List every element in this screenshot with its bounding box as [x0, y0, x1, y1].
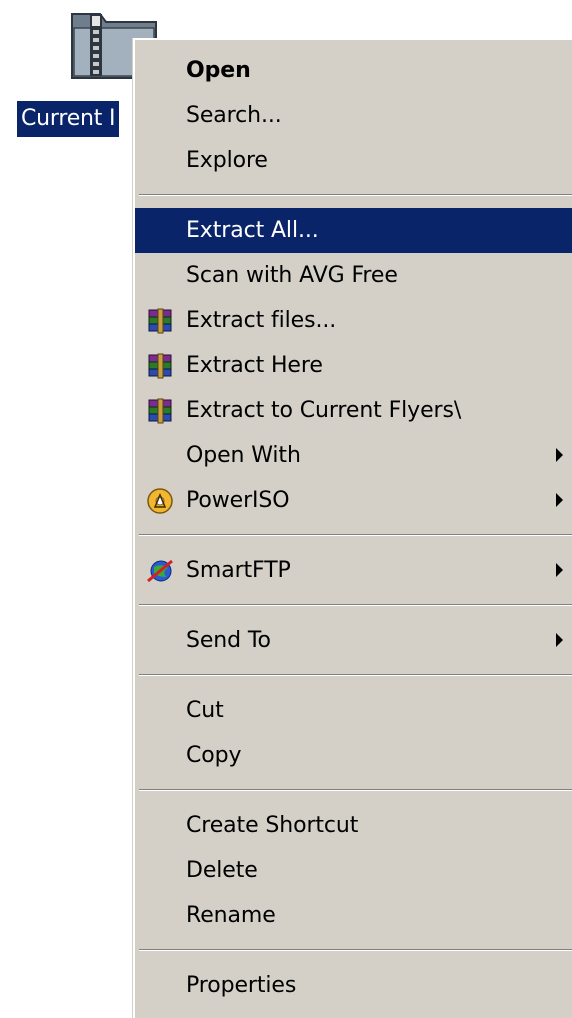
menu-item-label: PowerISO: [186, 488, 290, 513]
menu-item-create-shortcut[interactable]: Create Shortcut: [135, 803, 572, 848]
menu-item-label: Send To: [186, 628, 271, 653]
menu-item-copy[interactable]: Copy: [135, 733, 572, 778]
menu-item-label: Create Shortcut: [186, 813, 359, 838]
menu-separator: [135, 523, 572, 548]
menu-item-poweriso[interactable]: PowerISO: [135, 478, 572, 523]
menu-item-explore[interactable]: Explore: [135, 138, 572, 183]
menu-item-label: Scan with AVG Free: [186, 263, 398, 288]
menu-item-label: Explore: [186, 148, 268, 173]
winrar-icon: [146, 351, 174, 379]
poweriso-icon: [146, 486, 174, 514]
winrar-icon: [146, 306, 174, 334]
menu-separator: [135, 938, 572, 963]
menu-item-open[interactable]: Open: [135, 48, 572, 93]
menu-item-extract-to-current-flyers[interactable]: Extract to Current Flyers\: [135, 388, 572, 433]
menu-item-label: Search...: [186, 103, 282, 128]
menu-separator: [135, 663, 572, 688]
menu-item-label: Cut: [186, 698, 224, 723]
smartftp-icon: [146, 556, 174, 584]
menu-separator: [135, 778, 572, 803]
menu-item-label: Open With: [186, 443, 301, 468]
menu-separator: [135, 183, 572, 208]
menu-item-extract-all[interactable]: Extract All...: [135, 208, 572, 253]
menu-item-properties[interactable]: Properties: [135, 963, 572, 1008]
context-menu: Open Search... Explore Extract All... Scan w…: [133, 38, 572, 1018]
menu-item-smartftp[interactable]: SmartFTP: [135, 548, 572, 593]
menu-item-extract-here[interactable]: Extract Here: [135, 343, 572, 388]
menu-item-label: Extract files...: [186, 308, 337, 333]
menu-item-send-to[interactable]: Send To: [135, 618, 572, 663]
menu-item-label: Extract to Current Flyers\: [186, 398, 462, 423]
submenu-arrow-icon: [556, 448, 563, 462]
winrar-icon: [146, 396, 174, 424]
menu-item-scan-with-avg-free[interactable]: Scan with AVG Free: [135, 253, 572, 298]
desktop-icon-label[interactable]: Current I: [17, 101, 120, 137]
menu-item-delete[interactable]: Delete: [135, 848, 572, 893]
menu-item-label: Open: [186, 58, 251, 83]
menu-item-label: Rename: [186, 903, 276, 928]
menu-item-label: SmartFTP: [186, 558, 291, 583]
menu-item-label: Delete: [186, 858, 258, 883]
menu-item-label: Properties: [186, 973, 297, 998]
menu-item-cut[interactable]: Cut: [135, 688, 572, 733]
submenu-arrow-icon: [556, 563, 563, 577]
submenu-arrow-icon: [556, 633, 563, 647]
context-menu-items: Open Search... Explore Extract All... Scan w…: [135, 48, 572, 1008]
menu-item-search[interactable]: Search...: [135, 93, 572, 138]
menu-item-extract-files[interactable]: Extract files...: [135, 298, 572, 343]
menu-separator: [135, 593, 572, 618]
submenu-arrow-icon: [556, 493, 563, 507]
menu-item-open-with[interactable]: Open With: [135, 433, 572, 478]
menu-item-label: Copy: [186, 743, 242, 768]
menu-item-label: Extract Here: [186, 353, 323, 378]
menu-item-rename[interactable]: Rename: [135, 893, 572, 938]
menu-item-label: Extract All...: [186, 218, 319, 243]
